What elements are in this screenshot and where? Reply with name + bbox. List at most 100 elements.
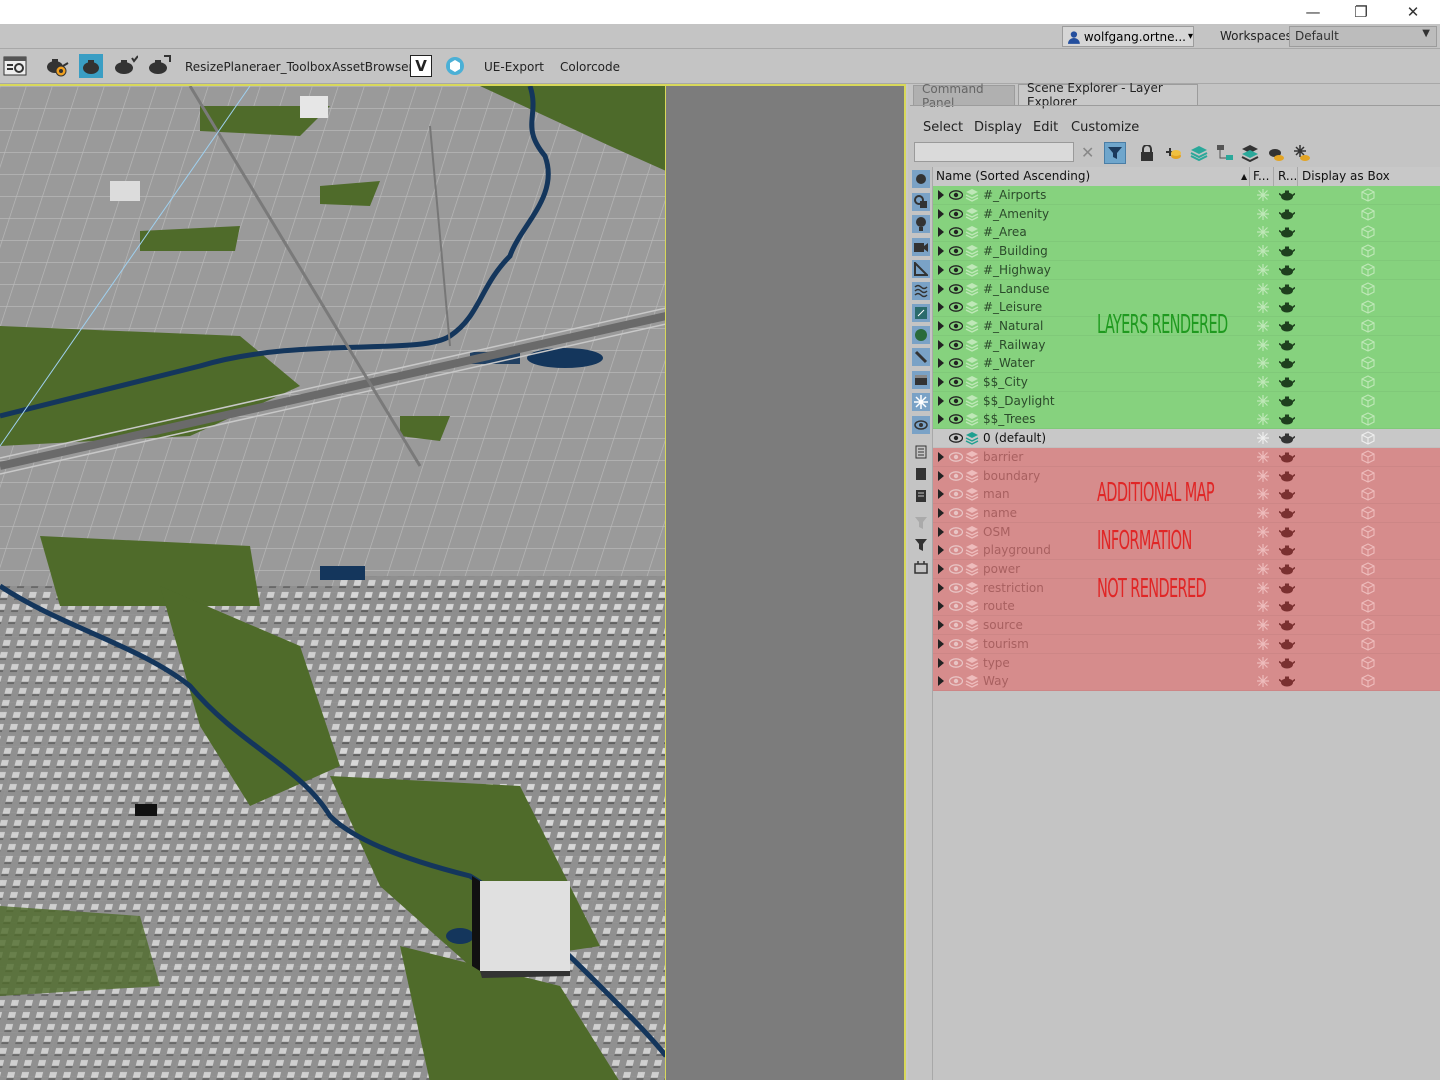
- assetbrowser-button[interactable]: AssetBrowser: [332, 60, 413, 74]
- viewport-3d[interactable]: [0, 84, 666, 1080]
- shapes-filter-icon[interactable]: [912, 193, 930, 211]
- visibility-eye-icon[interactable]: [948, 470, 964, 482]
- menu-select[interactable]: Select: [923, 120, 963, 135]
- expand-arrow-icon[interactable]: [938, 470, 944, 481]
- containers-filter-icon[interactable]: [912, 371, 930, 389]
- bones-filter-icon[interactable]: [912, 348, 930, 366]
- workspace-select[interactable]: Default ▼: [1289, 26, 1437, 47]
- render-teapot-icon[interactable]: [1278, 188, 1296, 202]
- layer-name[interactable]: #_Landuse: [983, 282, 1050, 296]
- tab-command-panel[interactable]: Command Panel: [913, 82, 1015, 110]
- display-as-box-icon[interactable]: [1361, 337, 1375, 352]
- render-teapot-icon[interactable]: [1278, 637, 1296, 651]
- render-teapot-icon[interactable]: [1278, 562, 1296, 576]
- display-as-box-icon[interactable]: [1361, 394, 1375, 408]
- render-teapot-icon[interactable]: [1278, 412, 1296, 426]
- visibility-eye-icon[interactable]: [948, 283, 964, 295]
- filter-disabled-icon[interactable]: [912, 514, 930, 532]
- display-all-icon[interactable]: [912, 443, 930, 461]
- layer-row[interactable]: type: [933, 653, 1440, 673]
- layer-name[interactable]: boundary: [983, 469, 1040, 483]
- layer-row[interactable]: tourism: [933, 634, 1440, 654]
- visibility-eye-icon[interactable]: [948, 264, 964, 276]
- display-as-box-icon[interactable]: [1361, 450, 1375, 464]
- layer-row[interactable]: #_Airports: [933, 186, 1440, 205]
- filter-toggle-button[interactable]: [1104, 142, 1126, 164]
- layer-name[interactable]: playground: [983, 543, 1051, 557]
- visibility-eye-icon[interactable]: [948, 488, 964, 500]
- layer-row[interactable]: #_Highway: [933, 260, 1440, 280]
- container-strip-icon[interactable]: [912, 558, 930, 576]
- layer-name[interactable]: #_Airports: [983, 188, 1046, 202]
- layer-name[interactable]: 0 (default): [983, 431, 1046, 445]
- display-as-box-icon[interactable]: [1361, 375, 1375, 389]
- visibility-eye-icon[interactable]: [948, 544, 964, 556]
- visibility-eye-icon[interactable]: [948, 582, 964, 594]
- groups-filter-icon[interactable]: [912, 304, 930, 322]
- visibility-eye-icon[interactable]: [948, 619, 964, 631]
- new-layer-button[interactable]: [1188, 142, 1210, 164]
- visibility-eye-icon[interactable]: [948, 526, 964, 538]
- layer-row[interactable]: $$_Daylight: [933, 391, 1440, 411]
- layer-name[interactable]: $$_Trees: [983, 412, 1036, 426]
- freeze-snowflake-icon[interactable]: [1256, 412, 1270, 426]
- render-teapot-icon[interactable]: [1278, 581, 1296, 595]
- lights-filter-icon[interactable]: [912, 215, 930, 233]
- freeze-snowflake-icon[interactable]: [1256, 599, 1270, 613]
- freeze-snowflake-icon[interactable]: [1256, 319, 1270, 333]
- teapot-arrow-icon[interactable]: [146, 53, 172, 79]
- display-as-box-icon[interactable]: [1361, 281, 1375, 296]
- expand-arrow-icon[interactable]: [938, 526, 944, 537]
- close-button[interactable]: ✕: [1390, 0, 1436, 24]
- render-teapot-icon[interactable]: [1278, 300, 1296, 314]
- freeze-snowflake-icon[interactable]: [1256, 525, 1270, 539]
- layer-row[interactable]: $$_City: [933, 373, 1440, 392]
- visibility-eye-icon[interactable]: [948, 638, 964, 650]
- freeze-snowflake-icon[interactable]: [1256, 656, 1270, 670]
- ue-cube-icon[interactable]: [444, 55, 466, 77]
- header-renderable[interactable]: R...: [1278, 169, 1297, 183]
- frozen-filter-icon[interactable]: [912, 393, 930, 411]
- hierarchy-button[interactable]: [1214, 142, 1236, 164]
- render-teapot-icon[interactable]: [1278, 618, 1296, 632]
- display-as-box-icon[interactable]: [1361, 524, 1375, 539]
- expand-arrow-icon[interactable]: [938, 283, 944, 294]
- expand-arrow-icon[interactable]: [938, 657, 944, 668]
- filter-strip-icon[interactable]: [912, 536, 930, 554]
- expand-arrow-icon[interactable]: [938, 564, 944, 574]
- visibility-eye-icon[interactable]: [948, 226, 964, 238]
- layer-name[interactable]: man: [983, 487, 1010, 501]
- header-name[interactable]: Name (Sorted Ascending): [936, 169, 1090, 183]
- header-display-as-box[interactable]: Display as Box: [1302, 169, 1390, 183]
- layer-row[interactable]: barrier: [933, 447, 1440, 467]
- expand-arrow-icon[interactable]: [938, 358, 944, 369]
- user-account-button[interactable]: wolfgang.ortne... ▾: [1062, 26, 1194, 47]
- render-teapot-icon[interactable]: [1278, 469, 1296, 483]
- layer-row[interactable]: #_Area: [933, 223, 1440, 243]
- menu-edit[interactable]: Edit: [1033, 120, 1058, 135]
- layer-name[interactable]: restriction: [983, 581, 1044, 595]
- expand-arrow-icon[interactable]: [938, 638, 944, 649]
- search-input[interactable]: [914, 142, 1074, 162]
- teapot-frame-icon[interactable]: [78, 53, 104, 79]
- minimize-button[interactable]: —: [1290, 0, 1336, 24]
- raer-toolbox-button[interactable]: raer_Toolbox: [256, 60, 332, 74]
- render-teapot-icon[interactable]: [1278, 525, 1296, 539]
- layer-name[interactable]: #_Water: [983, 356, 1035, 370]
- display-as-box-icon[interactable]: [1361, 637, 1375, 651]
- layer-name[interactable]: $$_City: [983, 375, 1028, 389]
- ue-export-button[interactable]: UE-Export: [484, 60, 544, 74]
- freeze-snowflake-icon[interactable]: [1256, 282, 1270, 296]
- expand-arrow-icon[interactable]: [938, 395, 944, 406]
- layer-name[interactable]: OSM: [983, 525, 1010, 539]
- freeze-snowflake-icon[interactable]: [1256, 506, 1270, 520]
- expand-arrow-icon[interactable]: [938, 507, 944, 518]
- layer-name[interactable]: #_Railway: [983, 338, 1045, 352]
- display-none-icon[interactable]: [912, 465, 930, 483]
- expand-arrow-icon[interactable]: [938, 302, 944, 313]
- visibility-eye-icon[interactable]: [948, 657, 964, 669]
- display-as-box-icon[interactable]: [1361, 225, 1375, 240]
- menu-customize[interactable]: Customize: [1071, 120, 1139, 135]
- display-as-box-icon[interactable]: [1361, 468, 1375, 483]
- layer-row[interactable]: source: [933, 616, 1440, 636]
